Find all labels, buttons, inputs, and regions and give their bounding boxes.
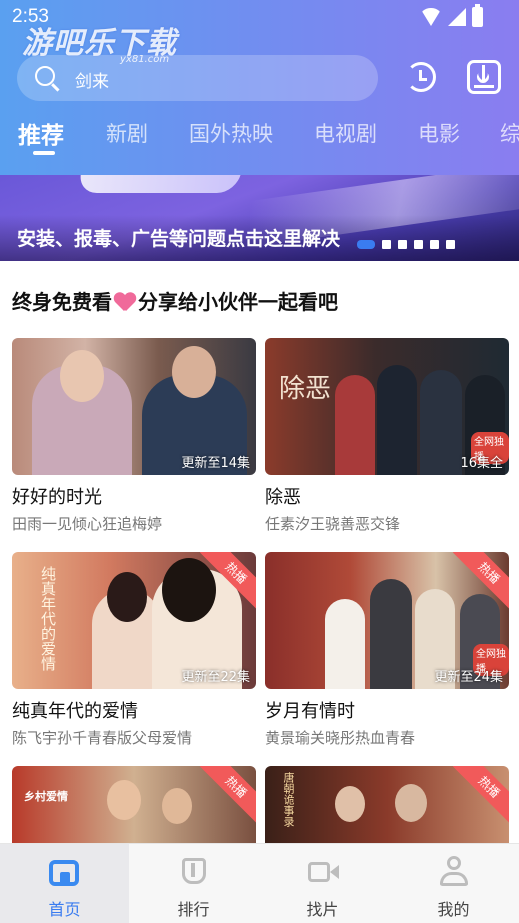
video-thumbnail: 唐朝诡事录 热播 [265,766,509,843]
video-camera-icon [306,854,340,888]
thumb-figure-head [162,558,216,622]
thumb-figure [370,579,412,689]
thumb-figure [335,375,375,475]
banner-pagination [357,240,455,249]
card-title: 纯真年代的爱情 [12,701,138,722]
battery-icon [472,4,483,27]
search-input[interactable]: 剑来 [17,55,378,101]
profile-icon [437,854,471,888]
rank-icon-num [190,863,195,877]
nav-profile[interactable]: 我的 [388,844,519,923]
search-text: 剑来 [75,72,109,92]
tab-movies[interactable]: 电影 [418,118,460,148]
video-thumbnail: 除恶 全网独播 16集全 [265,338,509,475]
card-title: 岁月有情时 [265,701,355,722]
thumb-figure-head [395,784,427,822]
episode-badge: 16集全 [460,456,503,471]
thumb-figure [377,365,417,475]
banner-dot [382,240,391,249]
home-icon [48,854,82,888]
rank-icon [177,854,211,888]
hot-ribbon: 热播 [452,766,509,824]
banner-dot [430,240,439,249]
banner-art [76,175,244,193]
thumb-figure-head [162,788,192,824]
episode-badge: 更新至14集 [181,456,250,471]
card-subtitle: 黄景瑜关晓彤热血青春 [265,729,416,747]
search-icon [35,66,55,86]
profile-icon-body [439,872,468,886]
tab-tv-series[interactable]: 电视剧 [314,118,377,148]
tab-indicator [33,151,55,155]
video-thumbnail: 乡村爱情 热播 [12,766,256,843]
history-button[interactable] [404,60,438,94]
download-icon-base [474,85,494,88]
tab-variety[interactable]: 综 [500,118,519,148]
card-title: 好好的时光 [12,487,102,508]
thumb-overlay-title: 除恶 [279,374,332,404]
banner-dot [398,240,407,249]
video-camera-icon-lens [329,865,339,879]
nav-find[interactable]: 找片 [258,844,387,923]
nav-find-label: 找片 [306,900,339,919]
download-icon-head [474,68,492,86]
history-icon-hand-2 [419,78,427,81]
thumb-figure [325,599,365,689]
thumb-overlay-title: 乡村爱情 [24,790,68,803]
thumb-overlay-title: 唐朝诡事录 [282,772,295,827]
thumb-figure-head [107,780,141,820]
profile-icon-head [446,856,461,870]
bottom-nav: 首页 排行 找片 我的 [0,843,519,923]
video-thumbnail: 纯真年代的爱情 热播 更新至22集 [12,552,256,689]
home-icon-door [59,872,70,886]
banner-text: 安装、报毒、广告等问题点击这里解决 [17,228,341,250]
card-title: 除恶 [265,487,301,508]
tab-recommend[interactable]: 推荐 [18,118,64,150]
nav-ranking[interactable]: 排行 [129,844,258,923]
hot-ribbon: 热播 [199,766,256,824]
section-title-left: 终身免费看 [12,290,112,314]
heart-icon [114,291,136,311]
nav-ranking-label: 排行 [177,900,210,919]
card-subtitle: 任素汐王骁善恶交锋 [265,515,401,533]
signal-icon [448,8,466,26]
thumb-figure-head [335,786,365,822]
video-thumbnail: 全网独播 热播 更新至24集 [265,552,509,689]
wifi-icon [420,8,442,26]
card-subtitle: 田雨一见倾心狂追梅婷 [12,515,163,533]
banner-dot-active [357,240,375,249]
category-tabs: 推荐 新剧 国外热映 电视剧 电影 综 [0,118,519,168]
episode-badge: 更新至22集 [181,670,250,685]
nav-profile-label: 我的 [437,900,470,919]
thumb-figure [420,370,462,475]
tab-foreign[interactable]: 国外热映 [189,118,273,148]
banner-dot [414,240,423,249]
nav-home[interactable]: 首页 [0,844,129,923]
tab-new-series[interactable]: 新剧 [106,118,148,148]
nav-home-label: 首页 [48,900,81,919]
thumb-figure-head [107,572,147,622]
video-thumbnail: 更新至14集 [12,338,256,475]
thumb-figure-head [60,350,104,402]
section-title-right: 分享给小伙伴一起看吧 [138,290,338,314]
card-subtitle: 陈飞宇孙千青春版父母爱情 [12,729,193,747]
download-button[interactable] [467,60,501,94]
banner-carousel[interactable]: 安装、报毒、广告等问题点击这里解决 [0,175,519,261]
status-icons [420,4,483,27]
thumb-overlay-title: 纯真年代的爱情 [39,566,57,671]
header: 2:53 游吧乐下载 yx81.com 剑来 推荐 新剧 国外热映 电视剧 电影… [0,0,519,175]
banner-dot [446,240,455,249]
section-title: 终身免费看 分享给小伙伴一起看吧 [12,286,338,315]
episode-badge: 更新至24集 [434,670,503,685]
video-camera-icon-body [307,862,330,882]
thumb-figure-head [172,346,216,398]
